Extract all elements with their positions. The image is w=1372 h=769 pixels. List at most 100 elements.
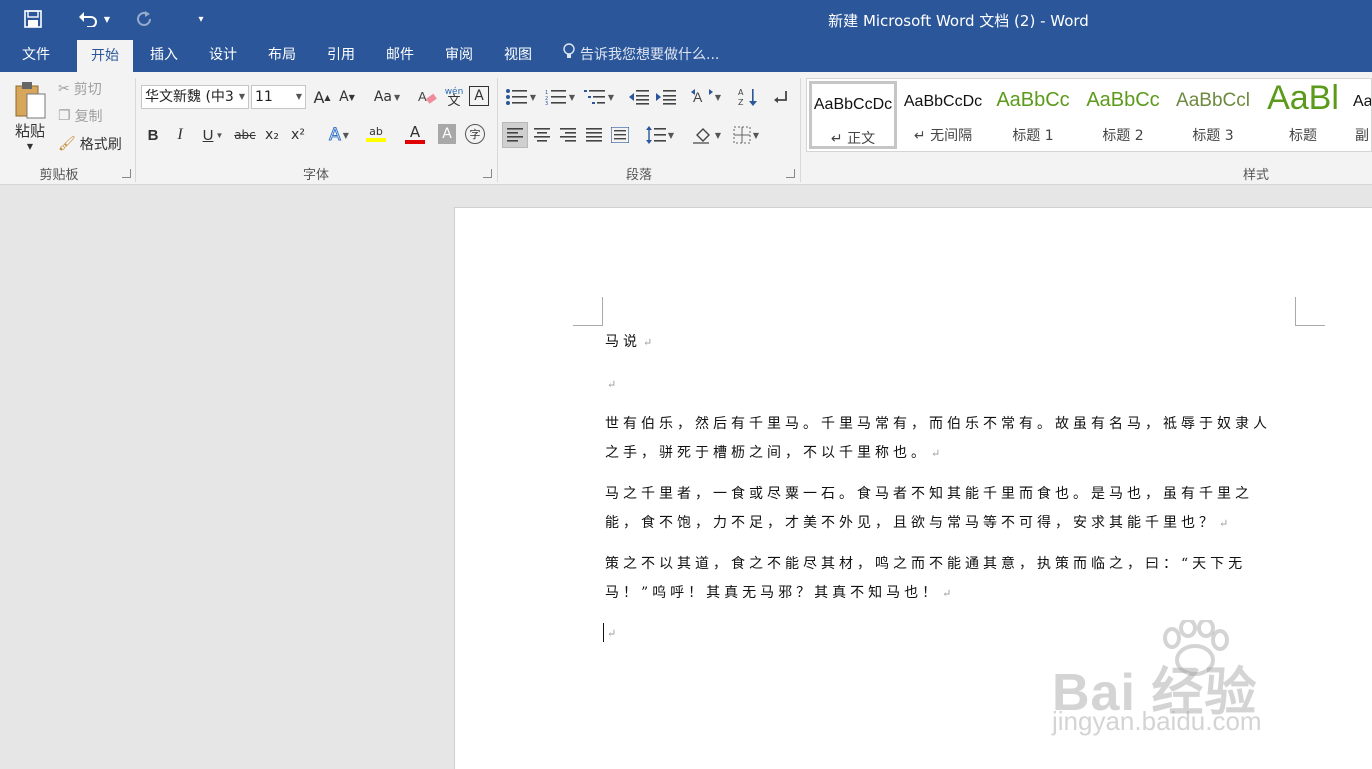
chevron-down-icon[interactable]: ▼: [239, 86, 245, 108]
svg-text:3: 3: [545, 101, 548, 105]
bold-button[interactable]: B: [144, 124, 162, 146]
chinese-layout-icon[interactable]: A ▼: [689, 86, 723, 108]
highlight-color-button[interactable]: ab: [358, 122, 394, 146]
doc-paragraph-line[interactable]: 世有伯乐，然后有千里马。千里马常有，而伯乐不常有。故虽有名马，祗辱于奴隶人: [605, 413, 1271, 433]
paste-dropdown-icon[interactable]: ▼: [22, 140, 38, 152]
strikethrough-button[interactable]: abc: [233, 124, 257, 146]
styles-group-label: 样式: [1242, 168, 1269, 183]
paste-icon[interactable]: [10, 78, 50, 122]
style-no-spacing[interactable]: AaBbCcDc ↵ 无间隔: [899, 81, 987, 149]
baidu-jingyan-watermark: Bai 经验 jingyan.baidu.com: [1050, 620, 1310, 750]
paragraph-mark-icon: ↵: [607, 378, 617, 391]
paragraph-mark-icon: ↵: [942, 587, 952, 600]
cut-button[interactable]: ✂ 剪切: [58, 78, 102, 100]
increase-indent-icon[interactable]: [655, 86, 677, 108]
svg-text:Z: Z: [738, 98, 744, 107]
font-color-swatch: [405, 140, 425, 144]
tab-insert[interactable]: 插入: [138, 40, 190, 72]
font-name-combo[interactable]: 华文新魏 (中3 ▼: [141, 85, 249, 109]
grow-font-button[interactable]: A ▲: [312, 87, 332, 107]
doc-paragraph-line[interactable]: 策之不以其道，食之不能尽其材，鸣之而不能通其意，执策而临之，曰：“天下无: [605, 553, 1246, 573]
font-size-combo[interactable]: 11 ▼: [251, 85, 306, 109]
paragraph-mark-icon: ↵: [931, 447, 941, 460]
doc-paragraph-line[interactable]: 马！”呜呼！其真无马邪？其真不知马也！ ↵: [605, 582, 951, 602]
tab-mailings[interactable]: 邮件: [374, 40, 426, 72]
tab-file[interactable]: 文件: [10, 40, 62, 72]
clipboard-launcher-icon[interactable]: [122, 169, 131, 178]
crop-mark-top-right: [1295, 325, 1325, 326]
doc-paragraph-line[interactable]: 马之千里者，一食或尽粟一石。食马者不知其能千里而食也。是马也，虽有千里之: [605, 483, 1253, 503]
style-heading-1[interactable]: AaBbCc 标题 1: [989, 81, 1077, 149]
shading-button[interactable]: ▼: [690, 122, 724, 148]
font-launcher-icon[interactable]: [483, 169, 492, 178]
paragraph-launcher-icon[interactable]: [786, 169, 795, 178]
tell-me-box[interactable]: 告诉我您想要做什么...: [562, 40, 719, 72]
multilevel-list-button[interactable]: ▼: [582, 86, 616, 108]
distributed-icon[interactable]: [608, 122, 632, 148]
underline-button[interactable]: U ▼: [197, 124, 229, 146]
doc-paragraph-line[interactable]: 之手，骈死于槽枥之间，不以千里称也。 ↵: [605, 442, 940, 462]
paragraph-mark-icon: ↵: [643, 336, 653, 349]
lightbulb-icon: [562, 40, 576, 70]
align-right-icon[interactable]: [556, 122, 580, 148]
superscript-button[interactable]: x²: [288, 124, 308, 146]
text-effects-button[interactable]: A ▼: [322, 124, 356, 146]
crop-mark-top-left: [573, 325, 603, 326]
paste-button[interactable]: 粘贴: [8, 120, 52, 140]
chevron-down-icon[interactable]: ▼: [296, 86, 302, 108]
numbering-button[interactable]: 1 2 3 ▼: [543, 86, 577, 108]
doc-empty-line[interactable]: ↵: [605, 625, 616, 641]
tab-home[interactable]: 开始: [77, 40, 133, 72]
style-subtitle[interactable]: Aa 副: [1349, 81, 1371, 149]
font-group-label: 字体: [302, 168, 329, 183]
justify-icon[interactable]: [582, 122, 606, 148]
character-shading-button[interactable]: A: [438, 124, 456, 144]
highlight-swatch: [366, 138, 386, 142]
line-spacing-button[interactable]: ▼: [643, 122, 677, 148]
tab-view[interactable]: 视图: [492, 40, 544, 72]
style-heading-2[interactable]: AaBbCc 标题 2: [1079, 81, 1167, 149]
tab-review[interactable]: 审阅: [433, 40, 485, 72]
crop-mark-top-right: [1295, 297, 1296, 325]
tab-layout[interactable]: 布局: [256, 40, 308, 72]
sort-icon[interactable]: AZ: [737, 86, 759, 108]
align-center-icon[interactable]: [530, 122, 554, 148]
doc-paragraph-line[interactable]: 能，食不饱，力不足，才美不外见，且欲与常马等不可得，安求其能千里也？ ↵: [605, 512, 1228, 532]
ribbon-tabs: 文件 开始 插入 设计 布局 引用 邮件 审阅 视图 告诉我您想要做什么...: [0, 40, 1372, 72]
phonetic-guide-icon[interactable]: wén 文: [443, 84, 465, 110]
borders-button[interactable]: ▼: [729, 122, 763, 148]
ribbon-home: 粘贴 ▼ ✂ 剪切 ❐ 复制 🖌 格式刷 剪贴板 华文新魏 (中3 ▼ 11 ▼ A ▲ A…: [0, 72, 1372, 185]
doc-title-line[interactable]: 马说 ↵: [605, 331, 652, 351]
paintbrush-icon: 🖌: [58, 136, 76, 152]
title-bar: ▼ ▾ 新建 Microsoft Word 文档 (2) - Word: [0, 0, 1372, 40]
style-normal[interactable]: AaBbCcDc ↵ 正文: [809, 81, 897, 149]
tell-me-text: 告诉我您想要做什么...: [580, 47, 720, 63]
tab-references[interactable]: 引用: [315, 40, 367, 72]
style-title[interactable]: AaBl 标题: [1259, 79, 1347, 149]
window-title: 新建 Microsoft Word 文档 (2) - Word: [828, 12, 1089, 30]
character-border-button[interactable]: A: [469, 86, 489, 106]
show-paragraph-marks-icon[interactable]: [772, 86, 794, 108]
doc-empty-line[interactable]: ↵: [605, 376, 616, 392]
group-divider: [800, 78, 801, 182]
tab-design[interactable]: 设计: [197, 40, 249, 72]
decrease-indent-icon[interactable]: [628, 86, 650, 108]
font-color-button[interactable]: A: [398, 122, 432, 146]
style-heading-3[interactable]: AaBbCcl 标题 3: [1169, 81, 1257, 149]
italic-button[interactable]: I: [171, 124, 189, 146]
text-cursor: [603, 623, 604, 642]
enclose-characters-button[interactable]: 字: [465, 124, 485, 144]
copy-button[interactable]: ❐ 复制: [58, 105, 103, 127]
change-case-button[interactable]: Aa ▼: [370, 87, 404, 107]
clear-formatting-icon[interactable]: A: [417, 86, 439, 108]
align-left-icon[interactable]: [502, 122, 528, 148]
shrink-font-button[interactable]: A ▼: [337, 87, 357, 107]
clipboard-group-label: 剪贴板: [39, 168, 79, 183]
subscript-button[interactable]: x₂: [262, 124, 282, 146]
bullets-button[interactable]: ▼: [504, 86, 538, 108]
format-painter-button[interactable]: 🖌 格式刷: [58, 133, 122, 155]
svg-text:A: A: [418, 89, 427, 104]
paragraph-mark-icon: ↵: [607, 627, 617, 640]
paragraph-mark-icon: ↵: [1219, 517, 1229, 530]
paragraph-group-label: 段落: [625, 168, 652, 183]
